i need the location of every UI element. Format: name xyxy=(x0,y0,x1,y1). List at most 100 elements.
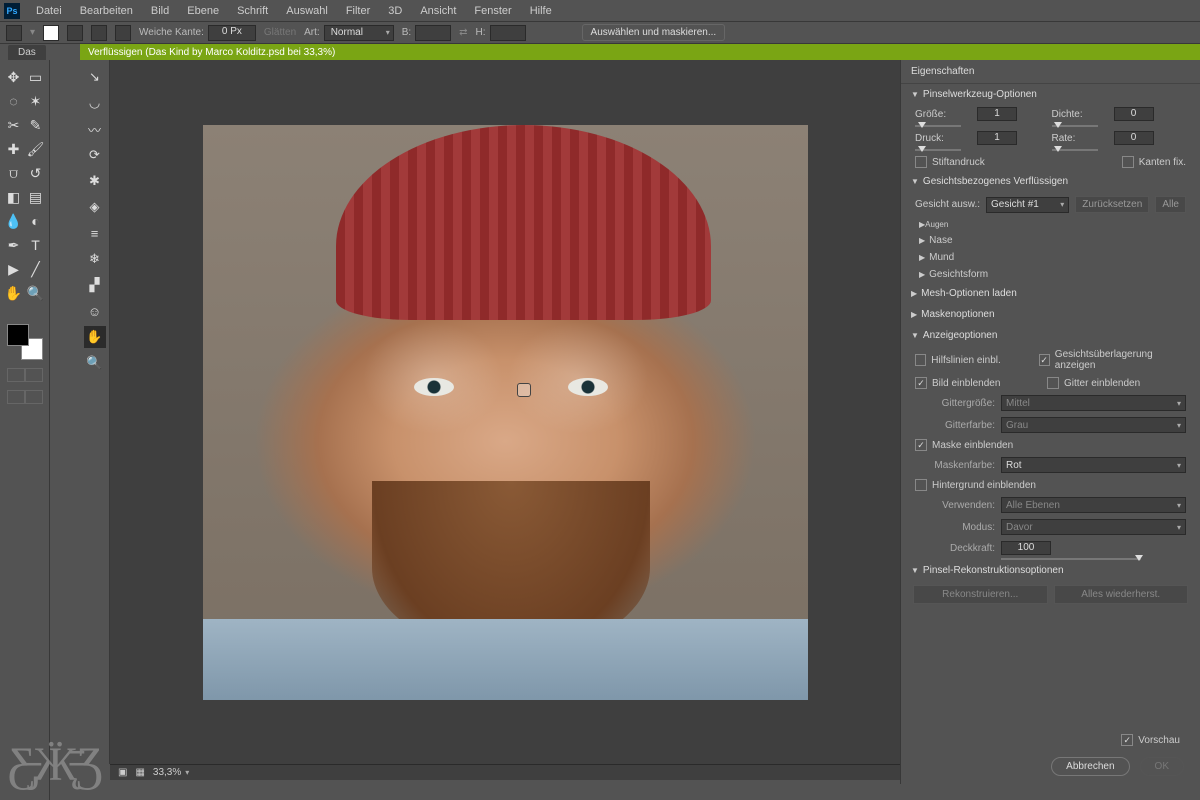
height-value[interactable] xyxy=(490,25,526,41)
mode-b-icon[interactable] xyxy=(25,390,43,404)
type-tool-icon[interactable]: T xyxy=(25,234,47,256)
twirl-icon[interactable]: ⟳ xyxy=(84,144,106,166)
push-left-icon[interactable]: ≡ xyxy=(84,222,106,244)
feather-value[interactable]: 0 Px xyxy=(208,25,256,41)
menu-layer[interactable]: Ebene xyxy=(179,2,227,20)
showmesh-checkbox[interactable] xyxy=(1047,377,1059,389)
eyedropper-tool-icon[interactable]: ✎ xyxy=(25,114,47,136)
sel-sub-icon[interactable] xyxy=(91,25,107,41)
screenmode-icon[interactable] xyxy=(25,368,43,382)
document-tab[interactable]: Das xyxy=(8,45,46,60)
menu-view[interactable]: Ansicht xyxy=(412,2,464,20)
sel-add-icon[interactable] xyxy=(67,25,83,41)
ok-button[interactable]: OK xyxy=(1140,757,1184,776)
select-and-mask-button[interactable]: Auswählen und maskieren... xyxy=(582,24,726,41)
mode-a-icon[interactable] xyxy=(7,390,25,404)
pucker-icon[interactable]: ✱ xyxy=(84,170,106,192)
showimage-checkbox[interactable]: ✓ xyxy=(915,377,927,389)
canvas-area[interactable] xyxy=(110,60,900,764)
smooth-icon[interactable]: 〰 xyxy=(84,118,106,140)
section-mask[interactable]: ▶Maskenoptionen xyxy=(901,304,1200,325)
width-value[interactable] xyxy=(415,25,451,41)
opacity-value[interactable]: 100 xyxy=(1001,541,1051,555)
maskcolor-select[interactable]: Rot▾ xyxy=(1001,457,1186,473)
fit-icon[interactable]: ▣ xyxy=(118,767,127,778)
line-tool-icon[interactable]: ╱ xyxy=(25,258,47,280)
stylus-checkbox[interactable] xyxy=(915,156,927,168)
showbg-checkbox[interactable] xyxy=(915,479,927,491)
menu-window[interactable]: Fenster xyxy=(466,2,519,20)
menu-edit[interactable]: Bearbeiten xyxy=(72,2,141,20)
pressure-value[interactable]: 1 xyxy=(977,131,1017,145)
pinedges-checkbox[interactable] xyxy=(1122,156,1134,168)
all-button[interactable]: Alle xyxy=(1155,196,1186,213)
sub-nose[interactable]: ▶Nase xyxy=(901,232,1200,249)
reset-button[interactable]: Zurücksetzen xyxy=(1075,196,1149,213)
section-recon[interactable]: ▼Pinsel-Rekonstruktionsoptionen xyxy=(901,560,1200,581)
quickmask-icon[interactable] xyxy=(7,368,25,382)
crop-tool-icon[interactable]: ✂ xyxy=(3,114,25,136)
thaw-mask-icon[interactable]: ▞ xyxy=(84,274,106,296)
density-value[interactable]: 0 xyxy=(1114,107,1154,121)
menu-type[interactable]: Schrift xyxy=(229,2,276,20)
face-tool-icon[interactable]: ☺ xyxy=(84,300,106,322)
restoreall-button[interactable]: Alles wiederherst. xyxy=(1054,585,1189,604)
use-select[interactable]: Alle Ebenen▾ xyxy=(1001,497,1186,513)
brush-tool-icon[interactable]: 🖌 xyxy=(25,138,47,160)
menu-help[interactable]: Hilfe xyxy=(522,2,560,20)
sub-eyes[interactable]: ▶Augen xyxy=(901,217,1200,232)
section-face[interactable]: ▼Gesichtsbezogenes Verflüssigen xyxy=(901,171,1200,192)
style-select[interactable]: Normal xyxy=(324,25,394,41)
meshcolor-select[interactable]: Grau▾ xyxy=(1001,417,1186,433)
move-tool-icon[interactable]: ✥ xyxy=(3,66,25,88)
sel-int-icon[interactable] xyxy=(115,25,131,41)
density-slider[interactable] xyxy=(1052,125,1098,127)
sub-shape[interactable]: ▶Gesichtsform xyxy=(901,266,1200,283)
color-swatches[interactable] xyxy=(7,324,43,360)
stamp-tool-icon[interactable]: ⩌ xyxy=(3,162,25,184)
zoom-dropdown[interactable]: 33,3%▾ xyxy=(153,767,189,778)
mode-select[interactable]: Davor▾ xyxy=(1001,519,1186,535)
cancel-button[interactable]: Abbrechen xyxy=(1051,757,1129,776)
bloat-icon[interactable]: ◈ xyxy=(84,196,106,218)
history-brush-icon[interactable]: ↺ xyxy=(25,162,47,184)
menu-select[interactable]: Auswahl xyxy=(278,2,336,20)
hand-icon[interactable]: ✋ xyxy=(84,326,106,348)
menu-file[interactable]: Datei xyxy=(28,2,70,20)
blur-tool-icon[interactable]: 💧 xyxy=(3,210,25,232)
section-view[interactable]: ▼Anzeigeoptionen xyxy=(901,325,1200,346)
forward-warp-icon[interactable]: ↘ xyxy=(84,66,106,88)
face-select[interactable]: Gesicht #1▾ xyxy=(986,197,1069,213)
sel-new-icon[interactable] xyxy=(43,25,59,41)
eraser-tool-icon[interactable]: ◧ xyxy=(3,186,25,208)
rate-slider[interactable] xyxy=(1052,149,1098,151)
pressure-slider[interactable] xyxy=(915,149,961,151)
dodge-tool-icon[interactable]: ◐ xyxy=(25,210,47,232)
meshsize-select[interactable]: Mittel▾ xyxy=(1001,395,1186,411)
sub-mouth[interactable]: ▶Mund xyxy=(901,249,1200,266)
section-brush[interactable]: ▼Pinselwerkzeug-Optionen xyxy=(901,84,1200,105)
heal-tool-icon[interactable]: ✚ xyxy=(3,138,25,160)
gradient-tool-icon[interactable]: ▤ xyxy=(25,186,47,208)
size-value[interactable]: 1 xyxy=(977,107,1017,121)
faceoverlay-checkbox[interactable]: ✓ xyxy=(1039,354,1050,366)
marquee-tool-icon[interactable]: ▭ xyxy=(25,66,47,88)
path-tool-icon[interactable]: ▶ xyxy=(3,258,25,280)
marquee-preset-icon[interactable] xyxy=(6,25,22,41)
hand-tool-icon[interactable]: ✋ xyxy=(3,282,25,304)
menu-3d[interactable]: 3D xyxy=(380,2,410,20)
fill-icon[interactable]: ▦ xyxy=(135,767,144,778)
freeze-mask-icon[interactable]: ❄ xyxy=(84,248,106,270)
wand-tool-icon[interactable]: ✶ xyxy=(25,90,47,112)
reconstruct-button[interactable]: Rekonstruieren... xyxy=(913,585,1048,604)
zoom-tool-icon[interactable]: 🔍 xyxy=(25,282,47,304)
menu-filter[interactable]: Filter xyxy=(338,2,378,20)
section-mesh[interactable]: ▶Mesh-Optionen laden xyxy=(901,283,1200,304)
guides-checkbox[interactable] xyxy=(915,354,926,366)
lasso-tool-icon[interactable]: ◌ xyxy=(3,90,25,112)
zoom-icon[interactable]: 🔍 xyxy=(84,352,106,374)
rate-value[interactable]: 0 xyxy=(1114,131,1154,145)
reconstruct-icon[interactable]: ◡ xyxy=(84,92,106,114)
pen-tool-icon[interactable]: ✒ xyxy=(3,234,25,256)
size-slider[interactable] xyxy=(915,125,961,127)
